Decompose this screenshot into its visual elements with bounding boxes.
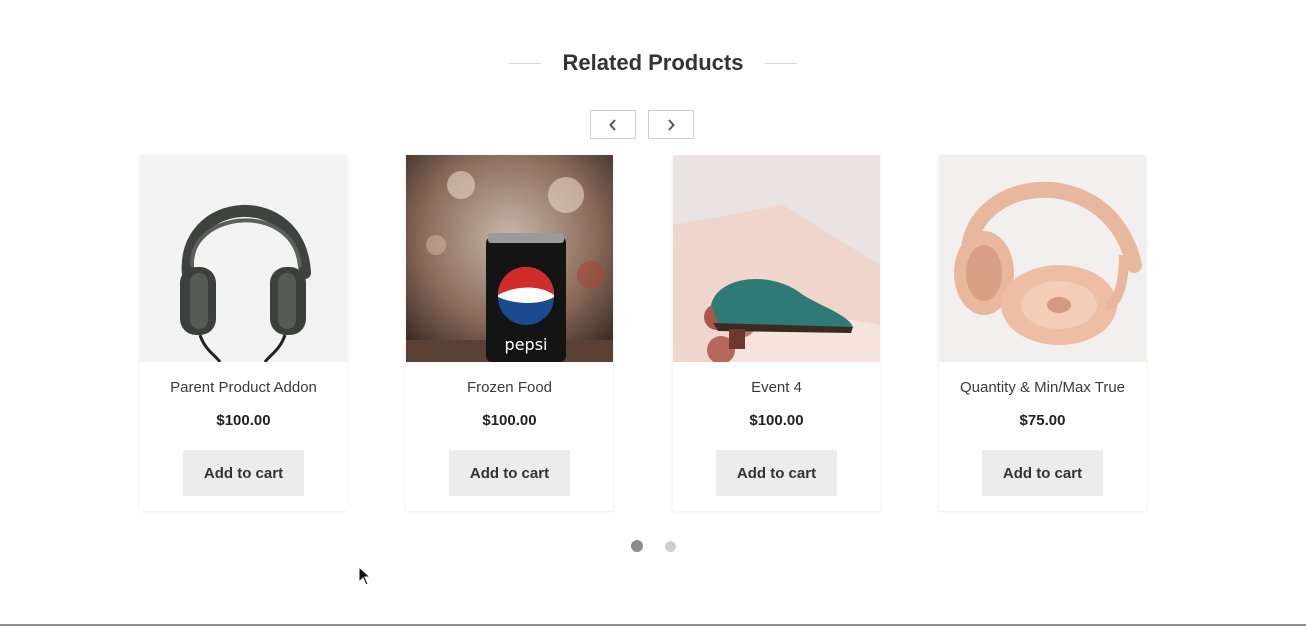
product-price: $100.00 (482, 412, 537, 429)
shoe-image (673, 155, 880, 362)
carousel-pagination (0, 540, 1306, 552)
title-divider-right (765, 62, 798, 64)
add-to-cart-button[interactable]: Add to cart (982, 450, 1103, 496)
svg-text:pepsi: pepsi (505, 335, 548, 354)
chevron-right-icon (668, 118, 675, 131)
headphones-image (140, 155, 347, 362)
add-to-cart-button[interactable]: Add to cart (183, 450, 304, 496)
product-card[interactable]: Parent Product Addon $100.00 Add to cart (140, 155, 347, 511)
carousel-prev-button[interactable] (590, 110, 636, 139)
product-image-headphones[interactable] (140, 155, 347, 362)
pagination-dot-1[interactable] (630, 540, 643, 552)
pagination-dot-2[interactable] (664, 541, 676, 552)
product-card[interactable]: Event 4 $100.00 Add to cart (673, 155, 880, 511)
product-image-rose-headphones[interactable] (939, 155, 1146, 362)
add-to-cart-button[interactable]: Add to cart (449, 450, 570, 496)
product-card[interactable]: pepsi Frozen Food $100.00 Add to cart (406, 155, 613, 511)
carousel-next-button[interactable] (648, 110, 694, 139)
title-divider-left (508, 62, 541, 64)
product-price: $100.00 (216, 412, 271, 429)
product-name[interactable]: Frozen Food (406, 379, 613, 396)
product-name[interactable]: Quantity & Min/Max True (939, 379, 1146, 396)
section-header: Related Products (0, 50, 1306, 76)
product-price: $100.00 (749, 412, 804, 429)
mouse-cursor-icon (358, 566, 372, 586)
product-card[interactable]: Quantity & Min/Max True $75.00 Add to ca… (939, 155, 1146, 511)
product-image-pepsi[interactable]: pepsi (406, 155, 613, 362)
product-image-shoe[interactable] (673, 155, 880, 362)
product-name[interactable]: Parent Product Addon (140, 379, 347, 396)
section-title: Related Products (562, 50, 744, 75)
pepsi-can-image: pepsi (406, 155, 613, 362)
rose-gold-headphones-image (939, 155, 1146, 362)
product-price: $75.00 (1019, 412, 1066, 429)
chevron-left-icon (609, 118, 616, 131)
add-to-cart-button[interactable]: Add to cart (716, 450, 837, 496)
product-name[interactable]: Event 4 (673, 379, 880, 396)
